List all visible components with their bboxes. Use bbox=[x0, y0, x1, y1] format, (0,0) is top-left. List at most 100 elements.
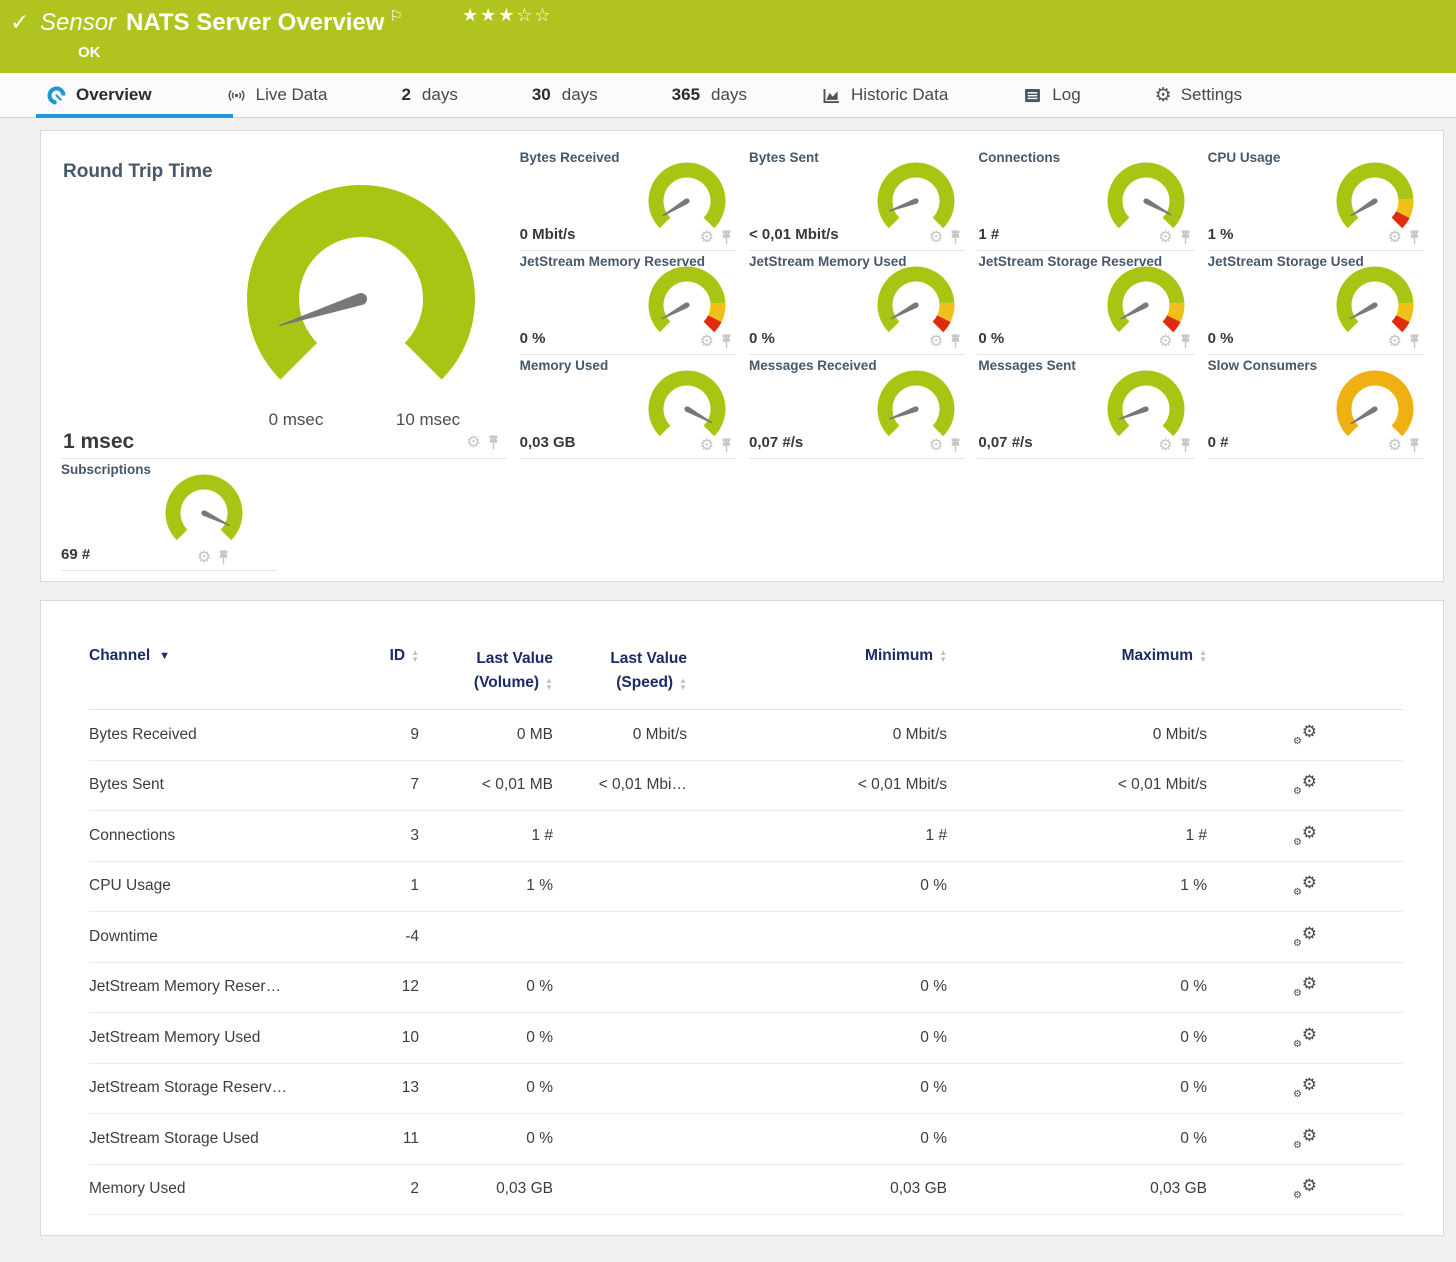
gauge-arc bbox=[1100, 368, 1192, 442]
col-header-minimum[interactable]: Minimum▲▼ bbox=[687, 647, 947, 665]
gauge-arc bbox=[641, 264, 733, 338]
gauge-cpu-usage[interactable]: CPU Usage1 %⚙ bbox=[1208, 147, 1423, 251]
gauge-arc bbox=[870, 368, 962, 442]
sort-icon: ▲▼ bbox=[679, 677, 687, 691]
gauge-title: Memory Used bbox=[520, 358, 609, 373]
active-tab-underline bbox=[36, 114, 233, 118]
cell-channel: Bytes Received bbox=[89, 726, 339, 744]
cell-id: 13 bbox=[339, 1079, 419, 1097]
channel-settings-gears-icon[interactable]: ⚙⚙ bbox=[1293, 1178, 1317, 1200]
tab-bar: Overview Live Data 2days 30days 365days Histo… bbox=[0, 73, 1456, 118]
cell-maximum: 1 % bbox=[947, 877, 1207, 895]
tab-label: Log bbox=[1052, 85, 1080, 105]
gauge-title: Slow Consumers bbox=[1208, 358, 1318, 373]
gauge-bytes-sent[interactable]: Bytes Sent< 0,01 Mbit/s⚙ bbox=[749, 147, 964, 251]
cell-minimum: < 0,01 Mbit/s bbox=[687, 776, 947, 794]
cell-maximum: 0 Mbit/s bbox=[947, 726, 1207, 744]
cell-minimum: 1 # bbox=[687, 827, 947, 845]
gear-icon[interactable]: ⚙ bbox=[197, 551, 211, 565]
cell-channel: JetStream Storage Reserv… bbox=[89, 1079, 339, 1097]
gauge-title: Round Trip Time bbox=[63, 161, 213, 183]
gauge-memory-used[interactable]: Memory Used0,03 GB⚙ bbox=[520, 355, 735, 459]
gauge-arc bbox=[870, 160, 962, 234]
cell-id: 9 bbox=[339, 726, 419, 744]
gauge-value: 0 % bbox=[978, 330, 1004, 347]
cell-channel: Memory Used bbox=[89, 1180, 339, 1198]
gauge-jetstream-memory-used[interactable]: JetStream Memory Used0 %⚙ bbox=[749, 251, 964, 355]
table-row: Bytes Received90 MB0 Mbit/s0 Mbit/s0 Mbi… bbox=[89, 710, 1403, 761]
sort-icon: ▲▼ bbox=[939, 649, 947, 663]
gauge-jetstream-storage-reserved[interactable]: JetStream Storage Reserved0 %⚙ bbox=[978, 251, 1193, 355]
tab-log[interactable]: Log bbox=[1022, 85, 1080, 106]
table-row: JetStream Memory Reser…120 %0 %0 %⚙⚙ bbox=[89, 963, 1403, 1014]
gauge-title: Bytes Sent bbox=[749, 150, 819, 165]
gauge-value: 0 % bbox=[749, 330, 775, 347]
gauge-grid: Round Trip Time 0 msec 10 msec 1 msec ⚙ … bbox=[61, 147, 1423, 571]
pin-icon[interactable] bbox=[487, 435, 500, 450]
cell-channel: JetStream Memory Used bbox=[89, 1029, 339, 1047]
gauge-title: CPU Usage bbox=[1208, 150, 1281, 165]
sort-desc-icon: ▼ bbox=[159, 650, 170, 662]
gauge-subscriptions[interactable]: Subscriptions69 #⚙ bbox=[61, 459, 276, 571]
gauge-title: Messages Sent bbox=[978, 358, 1076, 373]
priority-stars[interactable]: ★★★☆☆ bbox=[462, 5, 553, 26]
gear-icon[interactable]: ⚙ bbox=[466, 436, 480, 450]
table-body: Bytes Received90 MB0 Mbit/s0 Mbit/s0 Mbi… bbox=[89, 710, 1403, 1215]
cell-minimum: 0 Mbit/s bbox=[687, 726, 947, 744]
cell-channel: Bytes Sent bbox=[89, 776, 339, 794]
channel-settings-gears-icon[interactable]: ⚙⚙ bbox=[1293, 825, 1317, 847]
gauge-jetstream-storage-used[interactable]: JetStream Storage Used0 %⚙ bbox=[1208, 251, 1423, 355]
channel-settings-gears-icon[interactable]: ⚙⚙ bbox=[1293, 875, 1317, 897]
col-header-last-volume[interactable]: Last Value (Volume)▲▼ bbox=[419, 647, 553, 695]
gauge-messages-sent[interactable]: Messages Sent0,07 #/s⚙ bbox=[978, 355, 1193, 459]
gauges-panel: Round Trip Time 0 msec 10 msec 1 msec ⚙ … bbox=[40, 130, 1444, 582]
col-header-id[interactable]: ID▲▼ bbox=[339, 647, 419, 665]
col-header-channel[interactable]: Channel▼ bbox=[89, 647, 339, 665]
channel-settings-gears-icon[interactable]: ⚙⚙ bbox=[1293, 1027, 1317, 1049]
cell-minimum: 0 % bbox=[687, 978, 947, 996]
cell-id: -4 bbox=[339, 928, 419, 946]
cell-channel: JetStream Memory Reser… bbox=[89, 978, 339, 996]
gauge-round-trip-time[interactable]: Round Trip Time 0 msec 10 msec 1 msec ⚙ bbox=[61, 147, 506, 459]
gauge-jetstream-memory-reserved[interactable]: JetStream Memory Reserved0 %⚙ bbox=[520, 251, 735, 355]
cell-last-volume: 0 % bbox=[419, 1029, 553, 1047]
cell-channel: Downtime bbox=[89, 928, 339, 946]
gauge-title: Bytes Received bbox=[520, 150, 620, 165]
flag-icon[interactable]: ⚐ bbox=[389, 8, 402, 25]
pin-icon[interactable] bbox=[217, 550, 230, 565]
channel-settings-gears-icon[interactable]: ⚙⚙ bbox=[1293, 926, 1317, 948]
table-row: JetStream Memory Used100 %0 %0 %⚙⚙ bbox=[89, 1013, 1403, 1064]
tab-settings[interactable]: ⚙Settings bbox=[1155, 85, 1242, 106]
cell-maximum: 0 % bbox=[947, 1079, 1207, 1097]
table-row: Bytes Sent7< 0,01 MB< 0,01 Mbi…< 0,01 Mb… bbox=[89, 761, 1403, 812]
gauge-messages-received[interactable]: Messages Received0,07 #/s⚙ bbox=[749, 355, 964, 459]
sort-icon: ▲▼ bbox=[411, 649, 419, 663]
cell-maximum: 0,03 GB bbox=[947, 1180, 1207, 1198]
tab-30-days[interactable]: 30days bbox=[532, 85, 598, 105]
gauge-arc bbox=[1329, 368, 1421, 442]
gauge-arc bbox=[1329, 160, 1421, 234]
tab-2-days[interactable]: 2days bbox=[401, 85, 457, 105]
col-header-last-speed[interactable]: Last Value (Speed)▲▼ bbox=[553, 647, 687, 695]
page-title: NATS Server Overview bbox=[126, 9, 384, 36]
tab-365-days[interactable]: 365days bbox=[672, 85, 747, 105]
gauge-value: 1 # bbox=[978, 226, 999, 243]
status-badge: OK bbox=[78, 44, 101, 61]
gauge-connections[interactable]: Connections1 #⚙ bbox=[978, 147, 1193, 251]
channel-settings-gears-icon[interactable]: ⚙⚙ bbox=[1293, 1128, 1317, 1150]
channel-settings-gears-icon[interactable]: ⚙⚙ bbox=[1293, 774, 1317, 796]
channel-settings-gears-icon[interactable]: ⚙⚙ bbox=[1293, 976, 1317, 998]
gauge-slow-consumers[interactable]: Slow Consumers0 #⚙ bbox=[1208, 355, 1423, 459]
channel-settings-gears-icon[interactable]: ⚙⚙ bbox=[1293, 724, 1317, 746]
gauge-arc bbox=[641, 368, 733, 442]
gauge-bytes-received[interactable]: Bytes Received0 Mbit/s⚙ bbox=[520, 147, 735, 251]
tab-overview[interactable]: Overview bbox=[46, 85, 152, 106]
tab-live-data[interactable]: Live Data bbox=[226, 85, 328, 106]
col-header-maximum[interactable]: Maximum▲▼ bbox=[947, 647, 1207, 665]
gauge-arc bbox=[1329, 264, 1421, 338]
tab-label: days bbox=[422, 85, 458, 105]
tab-historic-data[interactable]: Historic Data bbox=[821, 85, 948, 106]
gauge-title: Subscriptions bbox=[61, 462, 151, 477]
cell-channel: Connections bbox=[89, 827, 339, 845]
channel-settings-gears-icon[interactable]: ⚙⚙ bbox=[1293, 1077, 1317, 1099]
